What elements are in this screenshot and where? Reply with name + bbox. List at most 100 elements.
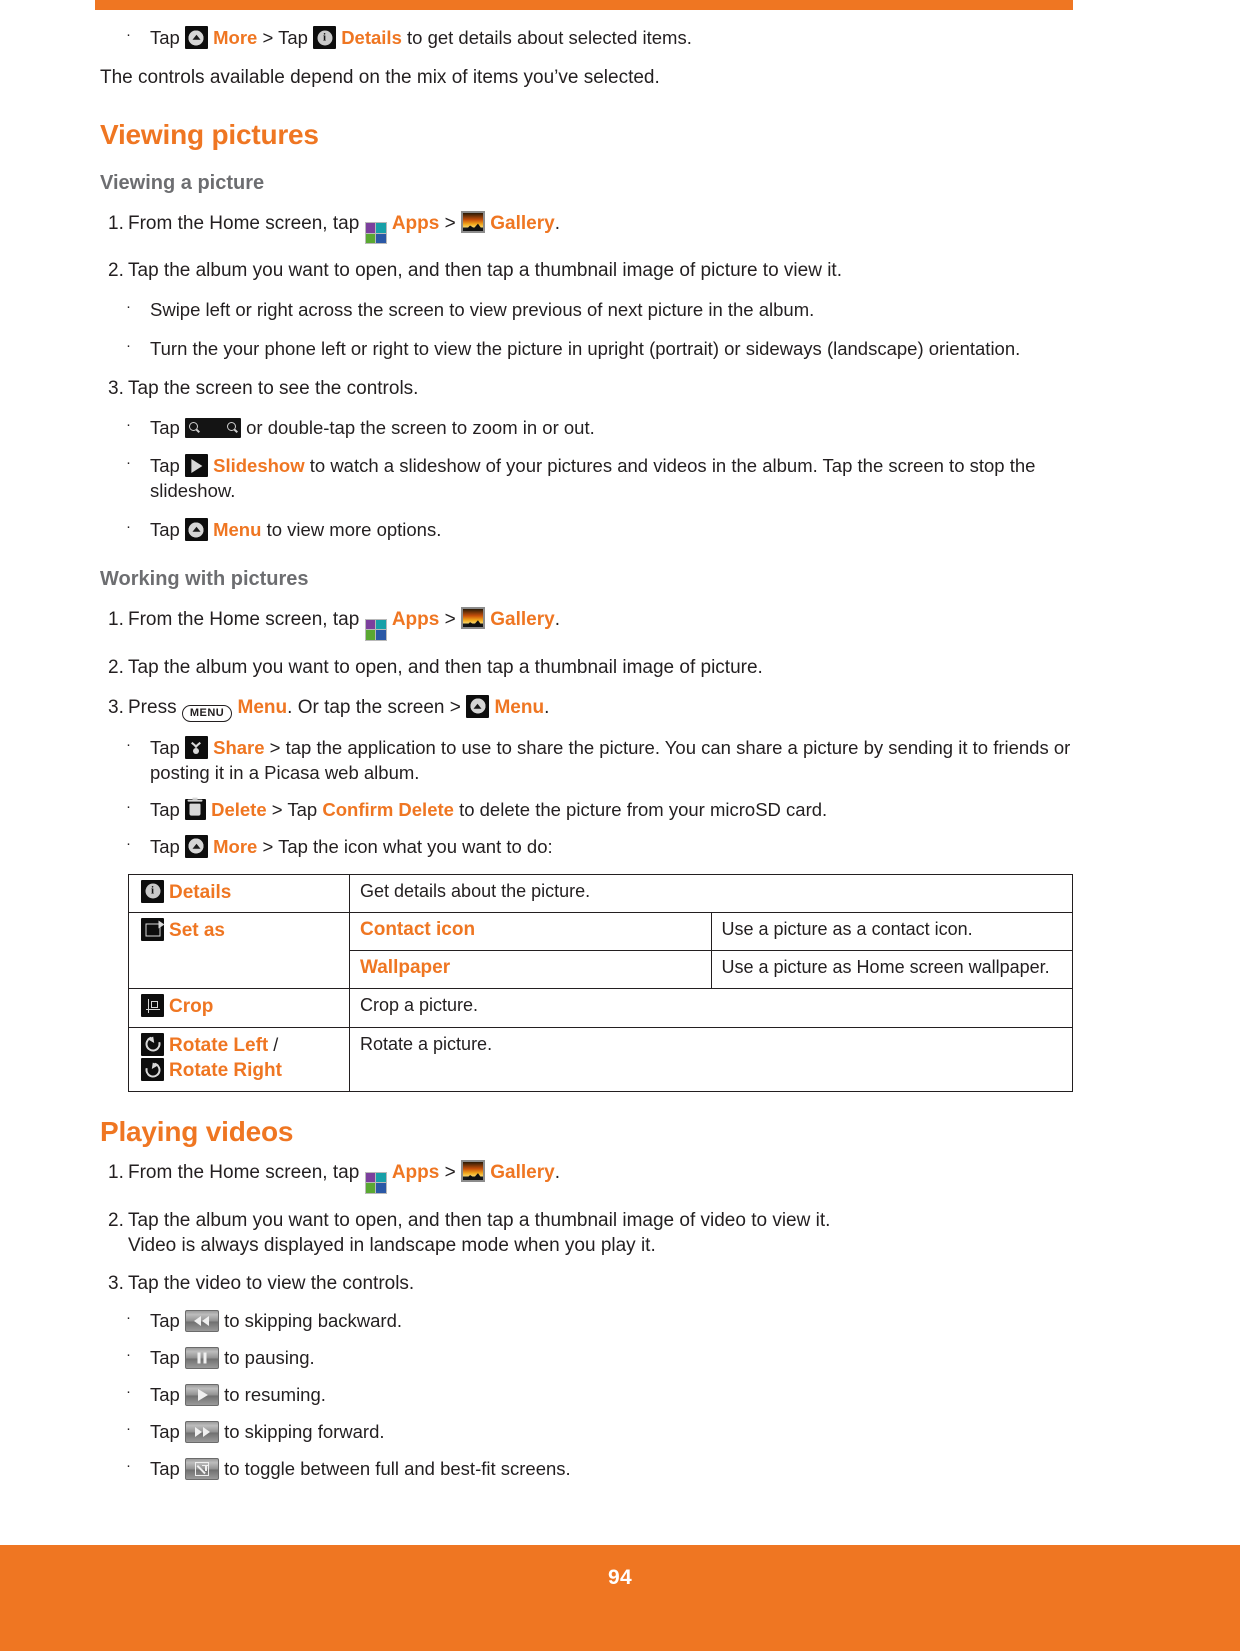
suboption-label-wallpaper[interactable]: Wallpaper: [360, 957, 450, 978]
press-word: Press: [128, 696, 177, 718]
option-label-set-as[interactable]: Set as: [169, 920, 225, 941]
step-number: 3.: [108, 377, 124, 399]
bullet-delete-rest: to delete the picture from your microSD …: [459, 798, 828, 820]
table-cell-option[interactable]: Set as: [128, 912, 350, 951]
more-icon[interactable]: [184, 26, 208, 49]
step-text: Tap the screen to see the controls.: [128, 377, 419, 399]
bullet-delete: · Tap Delete > Tap Confirm Delete to dele…: [100, 798, 1075, 823]
fullscreen-icon[interactable]: [184, 1457, 219, 1480]
footer-orange-bar: [0, 1545, 1240, 1651]
bullet-dot: ·: [126, 735, 131, 753]
rotate-left-icon[interactable]: [141, 1032, 164, 1056]
zoom-control-icon[interactable]: [184, 417, 241, 438]
bullet-rest: to toggle between full and best-fit scre…: [224, 1457, 571, 1479]
details-label[interactable]: Details: [341, 27, 402, 48]
apps-icon[interactable]: [364, 1171, 387, 1194]
tap-word: Tap: [150, 798, 180, 820]
tap-word: Tap: [150, 1309, 180, 1331]
info-icon[interactable]: i: [313, 26, 337, 49]
gallery-label[interactable]: Gallery: [490, 213, 554, 234]
step-video-3: 3. Tap the video to view the controls.: [100, 1271, 1075, 1297]
gallery-label[interactable]: Gallery: [490, 609, 554, 630]
step-text: Tap the album you want to open, and then…: [128, 656, 763, 678]
tap-word: Tap: [150, 455, 180, 477]
pause-icon[interactable]: [184, 1346, 219, 1369]
bullet-dot: ·: [126, 297, 131, 315]
share-icon[interactable]: [184, 735, 208, 759]
bullet-resume: · Tap to resuming.: [100, 1383, 1075, 1408]
gt-sep: >: [444, 212, 456, 234]
gallery-label[interactable]: Gallery: [490, 1162, 554, 1183]
option-desc: Get details about the picture.: [360, 880, 591, 901]
table-cell-option[interactable]: Rotate Left / Rotate Right: [128, 1026, 350, 1093]
play-icon[interactable]: [184, 1383, 219, 1406]
bullet-zoom: · Tap or double-tap the screen to zoom in…: [100, 416, 1075, 441]
bullet-dot: ·: [126, 454, 131, 472]
table-row: Crop Crop a picture.: [128, 988, 1073, 1028]
apps-icon[interactable]: [364, 618, 387, 641]
tap-word: Tap: [150, 519, 180, 541]
step-line-2: Video is always displayed in landscape m…: [128, 1235, 656, 1257]
option-label-rotate-right[interactable]: Rotate Right: [169, 1060, 282, 1081]
bullet-turn-text: Turn the your phone left or right to vie…: [150, 337, 1021, 359]
apps-icon[interactable]: [364, 222, 387, 245]
picture-options-table: i Details Get details about the picture.…: [128, 873, 1073, 1093]
tap-word: Tap: [150, 27, 180, 48]
trash-icon[interactable]: [184, 797, 206, 820]
bullet-more-details: · Tap More > Tap i Details to get details…: [100, 26, 1075, 51]
option-label-details[interactable]: Details: [169, 882, 231, 903]
table-cell-option[interactable]: i Details: [128, 873, 350, 914]
more-icon[interactable]: [184, 834, 208, 858]
menu-label[interactable]: Menu: [213, 519, 261, 540]
step-working-2: 2. Tap the album you want to open, and t…: [100, 655, 1075, 681]
option-label-crop[interactable]: Crop: [169, 996, 213, 1017]
set-as-icon[interactable]: [141, 918, 164, 942]
fast-forward-icon[interactable]: [184, 1420, 219, 1443]
option-label-rotate-left[interactable]: Rotate Left: [169, 1035, 268, 1056]
delete-label[interactable]: Delete: [211, 799, 267, 820]
bullet-dot: ·: [126, 1419, 131, 1437]
slideshow-label[interactable]: Slideshow: [213, 455, 305, 476]
rewind-icon[interactable]: [184, 1309, 219, 1332]
suboption-label-contact-icon[interactable]: Contact icon: [360, 919, 475, 940]
menu-icon[interactable]: [184, 518, 208, 542]
step-working-3: 3. Press MENU Menu. Or tap the screen > …: [100, 694, 1075, 722]
bullet-dot: ·: [126, 336, 131, 354]
table-cell-description: Crop a picture.: [349, 988, 1073, 1028]
gallery-icon[interactable]: [461, 210, 485, 233]
crop-icon[interactable]: [141, 994, 164, 1018]
table-cell-option[interactable]: Crop: [128, 988, 350, 1028]
confirm-delete-label[interactable]: Confirm Delete: [322, 799, 454, 820]
menu-icon[interactable]: [466, 694, 490, 718]
more-label[interactable]: More: [213, 27, 257, 48]
info-icon[interactable]: i: [141, 879, 164, 903]
menu-label[interactable]: Menu: [238, 697, 288, 718]
menu-label-2[interactable]: Menu: [494, 697, 544, 718]
period: .: [554, 1162, 560, 1184]
bullet-pause: · Tap to pausing.: [100, 1346, 1075, 1371]
apps-label[interactable]: Apps: [392, 609, 440, 630]
menu-hardware-key[interactable]: MENU: [181, 704, 233, 722]
tap-word: Tap: [150, 1457, 180, 1479]
bullet-rest: to pausing.: [224, 1346, 315, 1368]
page-content: · Tap More > Tap i Details to get details…: [100, 26, 1075, 1482]
apps-label[interactable]: Apps: [392, 213, 440, 234]
table-cell-suboption[interactable]: Wallpaper: [349, 950, 712, 990]
table-row: i Details Get details about the picture.: [128, 873, 1073, 914]
zoom-in-icon: [226, 421, 236, 431]
subsection-title-viewing-a-picture: Viewing a picture: [100, 171, 265, 194]
gallery-icon[interactable]: [461, 607, 485, 630]
table-cell-suboption[interactable]: Contact icon: [349, 912, 712, 952]
bullet-dot: ·: [126, 1456, 131, 1474]
slideshow-icon[interactable]: [184, 454, 208, 478]
step-text: Tap the album you want to open, and then…: [128, 260, 842, 282]
bullet-skip-forward: · Tap to skipping forward.: [100, 1420, 1075, 1445]
share-label[interactable]: Share: [213, 737, 264, 758]
table-cell-description: Use a picture as Home screen wallpaper.: [710, 950, 1073, 990]
step-lead: From the Home screen, tap: [128, 1162, 360, 1184]
gallery-icon[interactable]: [461, 1160, 485, 1183]
apps-label[interactable]: Apps: [392, 1162, 440, 1183]
table-row: Set as Contact icon Use a picture as a c…: [128, 912, 1073, 952]
more-label[interactable]: More: [213, 836, 257, 857]
rotate-right-icon[interactable]: [141, 1058, 164, 1082]
